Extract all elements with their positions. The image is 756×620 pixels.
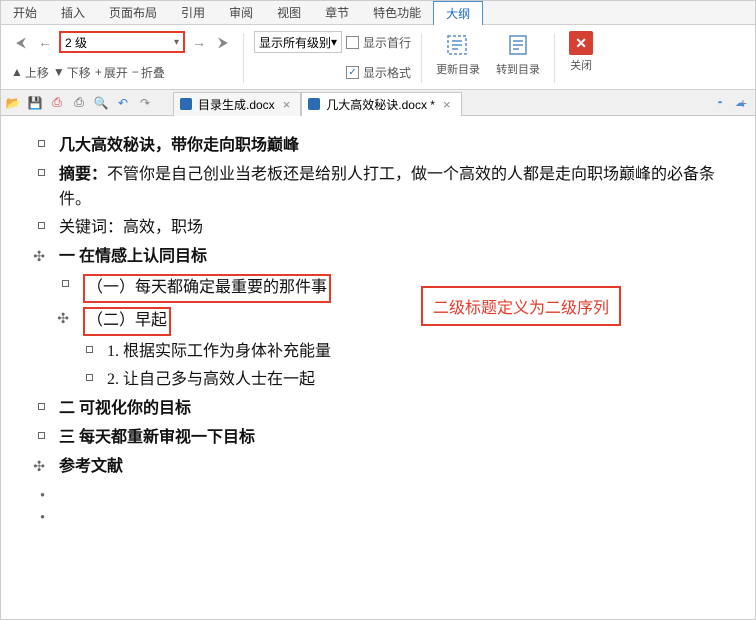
tab-title: 几大高效秘诀.docx * <box>326 96 435 113</box>
checkbox-checked-icon: ✓ <box>346 66 359 79</box>
move-up-button[interactable]: ▲ 上移 <box>11 64 49 81</box>
tab-title: 目录生成.docx <box>198 96 275 113</box>
outline-marker: ● <box>11 484 51 503</box>
outline-row[interactable]: ✣ （二）早起 <box>11 305 745 338</box>
outline-row[interactable]: 几大高效秘诀，带你走向职场巅峰 <box>11 132 745 161</box>
move-down-button[interactable]: ▼ 下移 <box>53 64 91 81</box>
show-levels-select[interactable]: 显示所有级别 ▾ <box>254 31 342 53</box>
document-tab[interactable]: 目录生成.docx × <box>173 92 301 116</box>
outline-row[interactable]: 三 每天都重新审视一下目标 <box>11 424 745 453</box>
redo-icon[interactable]: ↷ <box>137 95 153 111</box>
outline-text: 1. 根据实际工作为身体补充能量 <box>107 340 745 365</box>
checkbox-unchecked-icon <box>346 36 359 49</box>
outline-text: 摘要：不管你是自己创业当老板还是给别人打工，做一个高效的人都是走向职场巅峰的必备… <box>59 163 745 213</box>
menu-item-5[interactable]: 视图 <box>265 1 313 24</box>
outline-row[interactable]: 2. 让自己多与高效人士在一起 <box>11 366 745 395</box>
annotation-callout: 二级标题定义为二级序列 <box>421 286 621 326</box>
tab-bar: 📂 💾 ⎙ ⎙ 🔍 ↶ ↷ 目录生成.docx×几大高效秘诀.docx *× + <box>1 90 755 116</box>
ribbon: ⮜ ← 2 级 ▾ → ⮞ ▲ 上移 ▼ 下移 + 展开 − 折叠 显示所有级别… <box>1 25 755 90</box>
menu-item-0[interactable]: 开始 <box>1 1 49 24</box>
goto-toc-icon <box>504 31 532 59</box>
outline-marker <box>11 163 51 182</box>
outline-marker: ✣ <box>35 307 75 329</box>
show-format-checkbox[interactable]: ✓ 显示格式 <box>346 64 411 81</box>
undo-icon[interactable]: ↶ <box>115 95 131 111</box>
outline-text: 几大高效秘诀，带你走向职场巅峰 <box>59 134 745 159</box>
outline-level-select[interactable]: 2 级 ▾ <box>59 31 185 53</box>
outline-text: 关键词：高效，职场 <box>59 216 745 241</box>
outline-marker: ✣ <box>11 455 51 477</box>
menu-item-4[interactable]: 审阅 <box>217 1 265 24</box>
update-toc-button[interactable]: 更新目录 <box>428 29 488 87</box>
save-icon[interactable]: 💾 <box>27 95 43 111</box>
outline-row[interactable]: 1. 根据实际工作为身体补充能量 <box>11 338 745 367</box>
expand-button[interactable]: + 展开 <box>95 64 128 81</box>
outline-text: （二）早起 <box>83 307 745 336</box>
outline-marker <box>11 397 51 416</box>
outline-marker <box>11 426 51 445</box>
outline-marker <box>59 368 99 387</box>
menu-item-1[interactable]: 插入 <box>49 1 97 24</box>
close-outline-button[interactable]: ✕ 关闭 <box>561 29 601 87</box>
close-icon: ✕ <box>569 31 593 55</box>
outline-text: 三 每天都重新审视一下目标 <box>59 426 745 451</box>
chevron-down-icon: ▾ <box>331 35 337 49</box>
outline-row[interactable]: ✣ 一 在情感上认同目标 <box>11 243 745 272</box>
outline-row[interactable]: 摘要：不管你是自己创业当老板还是给别人打工，做一个高效的人都是走向职场巅峰的必备… <box>11 161 745 215</box>
menu-item-3[interactable]: 引用 <box>169 1 217 24</box>
outline-row[interactable]: 关键词：高效，职场 <box>11 214 745 243</box>
cloud-sync-icon[interactable]: ☁ <box>733 96 747 110</box>
word-doc-icon <box>180 98 192 110</box>
corner-icons: ◓ ☁ <box>713 96 747 110</box>
outline-marker <box>35 274 75 293</box>
outline-marker <box>11 134 51 153</box>
outline-row[interactable]: ● <box>11 482 745 505</box>
document-area: 几大高效秘诀，带你走向职场巅峰摘要：不管你是自己创业当老板还是给别人打工，做一个… <box>1 116 755 619</box>
update-toc-icon <box>444 31 472 59</box>
menu-item-6[interactable]: 章节 <box>313 1 361 24</box>
outline-text: 二 可视化你的目标 <box>59 397 745 422</box>
outline-marker: ● <box>11 506 51 525</box>
chevron-down-icon: ▾ <box>174 37 179 48</box>
outline-text: （一）每天都确定最重要的那件事 <box>83 274 745 303</box>
show-first-line-checkbox[interactable]: 显示首行 <box>346 34 411 51</box>
export-pdf-icon[interactable]: ⎙ <box>49 95 65 111</box>
demote-button[interactable]: → <box>189 32 209 52</box>
menu-item-7[interactable]: 特色功能 <box>361 1 433 24</box>
outline-row[interactable]: ● <box>11 504 745 527</box>
promote-button[interactable]: ← <box>35 32 55 52</box>
menu-item-8[interactable]: 大纲 <box>433 1 483 25</box>
outline-row[interactable]: 二 可视化你的目标 <box>11 395 745 424</box>
cloud-shield-icon[interactable]: ◓ <box>713 96 727 110</box>
menu-item-2[interactable]: 页面布局 <box>97 1 169 24</box>
outline-marker: ✣ <box>11 245 51 267</box>
print-icon[interactable]: ⎙ <box>71 95 87 111</box>
tab-close-button[interactable]: × <box>441 97 453 112</box>
goto-toc-button[interactable]: 转到目录 <box>488 29 548 87</box>
word-doc-icon <box>308 98 320 110</box>
outline-marker <box>11 216 51 235</box>
demote-bottom-button[interactable]: ⮞ <box>213 32 233 52</box>
print-preview-icon[interactable]: 🔍 <box>93 95 109 111</box>
menu-bar: 开始插入页面布局引用审阅视图章节特色功能大纲 <box>1 1 755 25</box>
folder-open-icon[interactable]: 📂 <box>5 95 21 111</box>
outline-text: 一 在情感上认同目标 <box>59 245 745 270</box>
outline-marker <box>59 340 99 359</box>
outline-row[interactable]: ✣ 参考文献 <box>11 453 745 482</box>
outline-text: 2. 让自己多与高效人士在一起 <box>107 368 745 393</box>
collapse-button[interactable]: − 折叠 <box>132 64 165 81</box>
tab-close-button[interactable]: × <box>281 97 293 112</box>
outline-row[interactable]: （一）每天都确定最重要的那件事 <box>11 272 745 305</box>
promote-top-button[interactable]: ⮜ <box>11 32 31 52</box>
outline-level-value: 2 级 <box>65 34 87 51</box>
outline-text: 参考文献 <box>59 455 745 480</box>
document-tab[interactable]: 几大高效秘诀.docx * × <box>301 92 461 116</box>
